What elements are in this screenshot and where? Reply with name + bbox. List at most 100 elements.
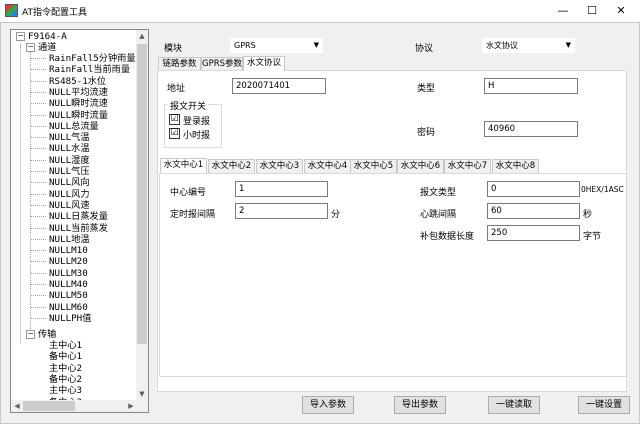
tree-guide-line bbox=[31, 193, 46, 195]
msg-type-field[interactable]: 0 bbox=[487, 181, 580, 197]
tree-item-channel[interactable]: NULL总流量 bbox=[49, 121, 99, 132]
tree-item-channel[interactable]: NULL风力 bbox=[49, 189, 90, 200]
scroll-corner bbox=[136, 400, 148, 412]
tree-item-transfer[interactable]: 主中心2 bbox=[49, 363, 82, 374]
timed-interval-label: 定时报间隔 bbox=[170, 210, 216, 220]
tree-group-channels[interactable]: 通道 bbox=[38, 42, 56, 53]
login-report-label: 登录报 bbox=[183, 117, 211, 127]
tree-guide-line bbox=[31, 204, 46, 206]
maximize-button[interactable]: ☐ bbox=[577, 2, 607, 20]
tree-guide-line bbox=[31, 250, 46, 252]
device-tree[interactable]: − F9164-A − 通道 − 传输 RainFall5分钟雨量 RainFal… bbox=[10, 29, 149, 413]
tree-guide-line bbox=[31, 148, 46, 150]
tree-item-channel[interactable]: NULL瞬时流速 bbox=[49, 98, 108, 109]
tab-link-params[interactable]: 链路参数 bbox=[158, 57, 201, 71]
collapse-icon[interactable]: − bbox=[16, 32, 25, 41]
tree-item-channel[interactable]: NULLM40 bbox=[49, 279, 88, 290]
timed-interval-field[interactable]: 2 bbox=[235, 203, 328, 219]
tab-gprs-params[interactable]: GPRS参数 bbox=[201, 57, 243, 71]
read-all-button[interactable]: 一键读取 bbox=[488, 396, 540, 414]
tree-content: − F9164-A − 通道 − 传输 RainFall5分钟雨量 RainFal… bbox=[11, 30, 137, 400]
tree-item-transfer[interactable]: 主中心1 bbox=[49, 340, 82, 351]
tab-hydro-center-3[interactable]: 水文中心3 bbox=[256, 159, 303, 173]
tree-guide-line bbox=[20, 44, 21, 344]
tab-hydro-center-8[interactable]: 水文中心8 bbox=[492, 159, 539, 173]
tree-guide-line bbox=[31, 261, 46, 263]
timed-interval-unit: 分 bbox=[331, 210, 341, 220]
tree-item-channel[interactable]: NULL地温 bbox=[49, 234, 90, 245]
module-select[interactable]: GPRS ▼ bbox=[230, 38, 323, 53]
close-button[interactable]: ✕ bbox=[606, 2, 636, 20]
tree-item-channel[interactable]: NULL平均流速 bbox=[49, 87, 108, 98]
tab-hydro-center-4[interactable]: 水文中心4 bbox=[304, 159, 351, 173]
scroll-up-icon[interactable]: ▲ bbox=[136, 30, 148, 42]
tab-hydro-center-6[interactable]: 水文中心6 bbox=[397, 159, 444, 173]
scroll-left-icon[interactable]: ◀ bbox=[11, 400, 23, 412]
scroll-thumb[interactable] bbox=[137, 44, 147, 344]
packet-len-field[interactable]: 250 bbox=[487, 225, 580, 241]
tree-item-channel[interactable]: RS485-1水位 bbox=[49, 76, 106, 87]
tab-hydro-center-7[interactable]: 水文中心7 bbox=[444, 159, 491, 173]
tree-item-channel[interactable]: NULL当前蒸发 bbox=[49, 223, 108, 234]
set-all-button[interactable]: 一键设置 bbox=[578, 396, 630, 414]
tree-item-transfer[interactable]: 备中心1 bbox=[49, 351, 82, 362]
tree-item-channel[interactable]: NULL风向 bbox=[49, 177, 90, 188]
type-field[interactable]: H bbox=[484, 78, 578, 94]
tree-item-channel[interactable]: NULLM20 bbox=[49, 256, 88, 267]
window-title: AT指令配置工具 bbox=[22, 8, 87, 18]
tree-item-channel[interactable]: NULLM30 bbox=[49, 268, 88, 279]
tree-item-channel[interactable]: NULLM10 bbox=[49, 245, 88, 256]
tree-item-channel[interactable]: NULLM50 bbox=[49, 290, 88, 301]
heartbeat-field[interactable]: 60 bbox=[487, 203, 580, 219]
tree-item-channel[interactable]: RainFall当前雨量 bbox=[49, 64, 130, 75]
tree-item-channel[interactable]: NULL湿度 bbox=[49, 155, 90, 166]
tree-item-channel[interactable]: NULL日蒸发量 bbox=[49, 211, 108, 222]
center-no-field[interactable]: 1 bbox=[235, 181, 328, 197]
tree-guide-line bbox=[31, 284, 46, 285]
hourly-report-checkbox[interactable]: ☑ bbox=[169, 128, 180, 139]
tree-item-transfer[interactable]: 备中心2 bbox=[49, 374, 82, 385]
chevron-down-icon: ▼ bbox=[313, 41, 319, 49]
tree-item-channel[interactable]: NULL瞬时流量 bbox=[49, 110, 108, 121]
tree-guide-line bbox=[31, 91, 46, 93]
tree-item-channel[interactable]: NULL水温 bbox=[49, 143, 90, 154]
tree-vertical-scrollbar[interactable]: ▲ ▼ bbox=[136, 30, 148, 400]
tree-item-channel[interactable]: NULL风速 bbox=[49, 200, 90, 211]
tree-guide-line bbox=[31, 171, 46, 172]
collapse-icon[interactable]: − bbox=[26, 43, 35, 52]
tree-guide-line bbox=[31, 238, 46, 240]
tab-hydro-center-5[interactable]: 水文中心5 bbox=[350, 159, 397, 173]
tree-guide-line bbox=[31, 272, 46, 274]
tree-guide-line bbox=[31, 58, 46, 59]
msg-type-label: 报文类型 bbox=[420, 188, 457, 198]
tree-item-channel[interactable]: NULLPH值 bbox=[49, 313, 91, 324]
tab-hydro-center-2[interactable]: 水文中心2 bbox=[208, 159, 255, 173]
tree-horizontal-scrollbar[interactable]: ◀ ▶ bbox=[11, 400, 137, 412]
protocol-select[interactable]: 水文协议 ▼ bbox=[482, 38, 575, 53]
tree-item-channel[interactable]: NULLM60 bbox=[49, 302, 88, 313]
collapse-icon[interactable]: − bbox=[26, 330, 35, 339]
tree-guide-line bbox=[31, 216, 46, 218]
scroll-thumb[interactable] bbox=[23, 401, 75, 411]
hourly-report-label: 小时报 bbox=[183, 131, 211, 141]
tree-guide-line bbox=[31, 114, 46, 116]
login-report-checkbox[interactable]: ☑ bbox=[169, 114, 180, 125]
scroll-down-icon[interactable]: ▼ bbox=[136, 388, 148, 400]
tab-hydro-protocol[interactable]: 水文协议 bbox=[243, 56, 285, 71]
tree-guide-line bbox=[31, 306, 46, 308]
address-field[interactable]: 2020071401 bbox=[232, 78, 326, 94]
tree-item-channel[interactable]: NULL气压 bbox=[49, 166, 90, 177]
tree-item-transfer[interactable]: 主中心3 bbox=[49, 385, 82, 396]
heartbeat-unit: 秒 bbox=[583, 210, 593, 220]
heartbeat-label: 心跳间隔 bbox=[420, 210, 457, 220]
tab-hydro-center-1[interactable]: 水文中心1 bbox=[160, 158, 207, 173]
import-params-button[interactable]: 导入参数 bbox=[302, 396, 354, 414]
export-params-button[interactable]: 导出参数 bbox=[394, 396, 446, 414]
protocol-label: 协议 bbox=[415, 44, 434, 54]
password-field[interactable]: 40960 bbox=[484, 121, 578, 137]
tree-root[interactable]: F9164-A bbox=[28, 31, 67, 42]
tree-item-channel[interactable]: NULL气温 bbox=[49, 132, 90, 143]
tree-group-transfer[interactable]: 传输 bbox=[38, 329, 56, 340]
tree-item-channel[interactable]: RainFall5分钟雨量 bbox=[49, 53, 136, 64]
minimize-button[interactable]: — bbox=[548, 2, 578, 20]
